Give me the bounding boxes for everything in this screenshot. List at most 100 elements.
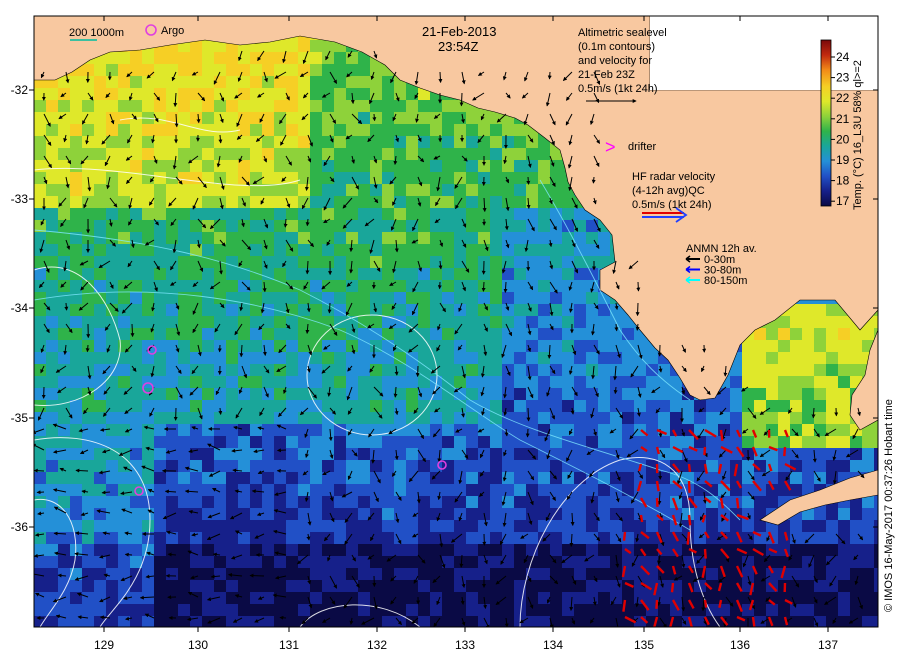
- sst-cell: [154, 532, 166, 544]
- sst-cell: [58, 400, 70, 412]
- sst-cell: [382, 616, 394, 627]
- sst-cell: [226, 592, 238, 604]
- sst-cell: [106, 568, 118, 580]
- sst-cell: [238, 460, 250, 472]
- x-tick-label: 137: [818, 638, 838, 652]
- sst-cell: [202, 244, 214, 256]
- sst-cell: [142, 184, 154, 196]
- sst-cell: [514, 448, 526, 460]
- sst-cell: [202, 568, 214, 580]
- sst-cell: [178, 568, 190, 580]
- sst-cell: [478, 292, 490, 304]
- sst-cell: [322, 184, 334, 196]
- sst-cell: [46, 304, 58, 316]
- sst-cell: [526, 304, 538, 316]
- sst-cell: [286, 592, 298, 604]
- sst-cell: [574, 232, 586, 244]
- sst-cell: [406, 436, 418, 448]
- sst-cell: [334, 232, 346, 244]
- sst-cell: [250, 580, 262, 592]
- sst-cell: [622, 352, 634, 364]
- hf-radar-arrow: [783, 446, 787, 457]
- sst-cell: [370, 580, 382, 592]
- sst-cell: [214, 436, 226, 448]
- sst-cell: [226, 136, 238, 148]
- sst-cell: [850, 436, 862, 448]
- hf-radar-line2: (4-12h avg)QC: [632, 185, 705, 197]
- sst-cell: [106, 460, 118, 472]
- sst-cell: [346, 76, 358, 88]
- sst-cell: [226, 340, 238, 352]
- sst-cell: [790, 472, 802, 484]
- sst-cell: [202, 580, 214, 592]
- sst-cell: [586, 364, 598, 376]
- sst-cell: [826, 376, 838, 388]
- sst-cell: [322, 520, 334, 532]
- sst-cell: [142, 292, 154, 304]
- sst-cell: [598, 424, 610, 436]
- sst-cell: [430, 448, 442, 460]
- sst-cell: [478, 388, 490, 400]
- sst-cell: [118, 436, 130, 448]
- map-time: 23:54Z: [438, 39, 479, 54]
- sst-cell: [310, 172, 322, 184]
- sst-cell: [466, 160, 478, 172]
- sst-cell: [358, 256, 370, 268]
- sst-cell: [574, 520, 586, 532]
- sst-cell: [478, 112, 490, 124]
- sst-cell: [706, 556, 718, 568]
- sst-cell: [166, 376, 178, 388]
- sst-cell: [346, 52, 358, 64]
- sst-cell: [466, 508, 478, 520]
- sst-cell: [178, 460, 190, 472]
- sst-cell: [286, 64, 298, 76]
- sst-cell: [586, 400, 598, 412]
- sst-cell: [142, 472, 154, 484]
- sst-cell: [778, 424, 790, 436]
- sst-cell: [370, 232, 382, 244]
- sst-cell: [370, 280, 382, 292]
- sst-cell: [598, 340, 610, 352]
- sst-cell: [322, 220, 334, 232]
- sst-cell: [310, 424, 322, 436]
- sst-cell: [466, 496, 478, 508]
- sst-cell: [370, 352, 382, 364]
- sst-cell: [70, 280, 82, 292]
- sst-cell: [250, 244, 262, 256]
- sst-cell: [490, 520, 502, 532]
- sst-cell: [82, 364, 94, 376]
- sst-cell: [406, 160, 418, 172]
- sst-cell: [490, 256, 502, 268]
- sst-cell: [454, 292, 466, 304]
- sst-cell: [730, 592, 742, 604]
- sst-cell: [358, 328, 370, 340]
- sst-cell: [214, 196, 226, 208]
- sst-cell: [262, 220, 274, 232]
- sst-cell: [502, 316, 514, 328]
- sst-cell: [286, 616, 298, 627]
- sst-cell: [250, 196, 262, 208]
- sst-cell: [778, 412, 790, 424]
- sst-cell: [262, 484, 274, 496]
- sst-cell: [538, 484, 550, 496]
- sst-cell: [418, 544, 430, 556]
- sst-cell: [478, 304, 490, 316]
- sst-cell: [490, 532, 502, 544]
- sst-cell: [214, 232, 226, 244]
- sst-cell: [58, 136, 70, 148]
- sst-cell: [178, 520, 190, 532]
- sst-cell: [382, 76, 394, 88]
- sst-cell: [454, 112, 466, 124]
- sst-cell: [562, 484, 574, 496]
- sst-cell: [418, 184, 430, 196]
- sst-cell: [286, 184, 298, 196]
- sst-cell: [190, 184, 202, 196]
- sst-cell: [70, 508, 82, 520]
- hf-radar-arrow: [687, 514, 692, 526]
- sst-cell: [130, 352, 142, 364]
- sst-cell: [406, 124, 418, 136]
- sst-cell: [322, 592, 334, 604]
- sst-cell: [178, 172, 190, 184]
- sst-cell: [346, 268, 358, 280]
- sst-cell: [154, 448, 166, 460]
